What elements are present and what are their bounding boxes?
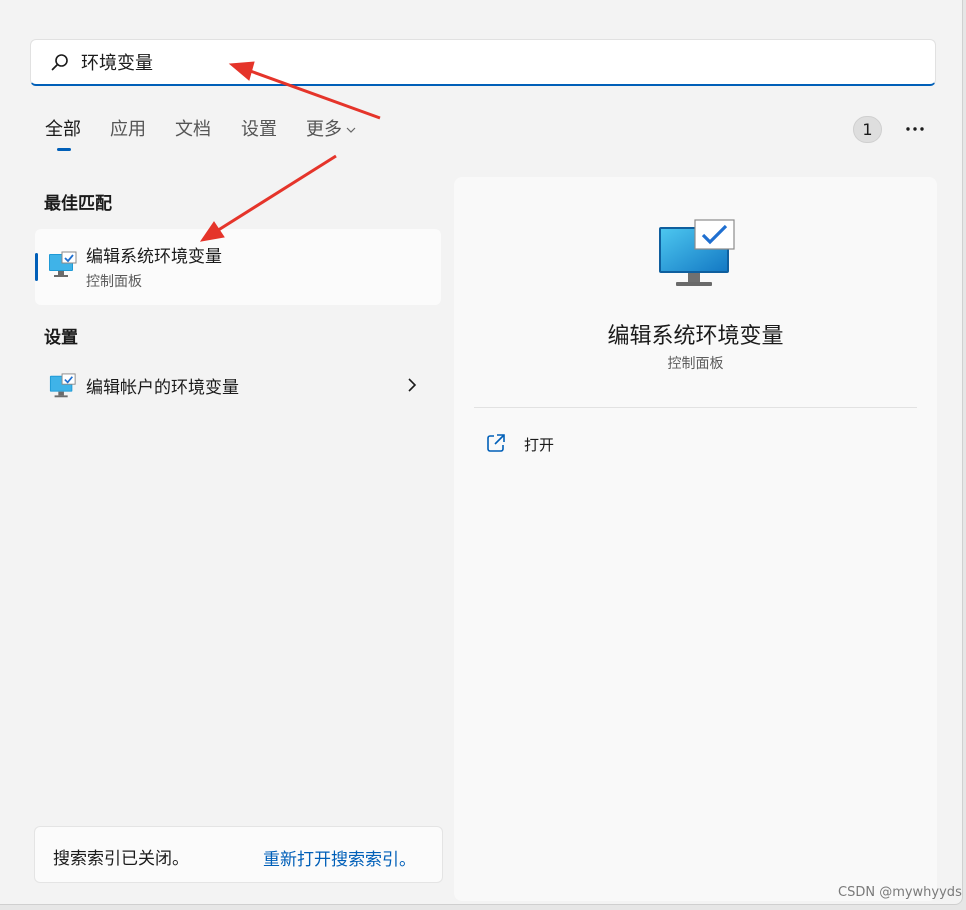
result-count-badge[interactable]: 1 [853,116,882,143]
detail-title: 编辑系统环境变量 [607,324,784,349]
best-match-result[interactable]: 编辑系统环境变量 控制面板 [35,229,441,305]
search-icon [51,54,68,71]
tab-more[interactable]: 更多 [306,115,357,141]
windows-search-window: 全部 应用 文档 设置 更多 1 最佳匹配 编辑系统环境变量 控制面板 设置 [0,0,963,905]
settings-heading: 设置 [44,328,78,348]
chevron-right-icon[interactable] [405,377,419,393]
monitor-check-icon [49,373,76,398]
search-box[interactable] [30,39,936,86]
index-notice-text: 搜索索引已关闭。 [53,849,189,869]
active-tab-indicator [57,148,71,151]
open-action[interactable]: 打开 [486,431,606,455]
open-action-label: 打开 [524,436,555,454]
monitor-check-icon [49,251,77,277]
result-subtitle: 控制面板 [86,274,142,290]
settings-result-item[interactable]: 编辑帐户的环境变量 [35,362,441,408]
settings-item-label: 编辑帐户的环境变量 [86,378,239,398]
reopen-index-link[interactable]: 重新打开搜索索引。 [263,845,416,870]
tab-more-label: 更多 [306,119,342,140]
detail-divider [474,407,917,408]
detail-panel: 编辑系统环境变量 控制面板 打开 [454,177,937,901]
chevron-down-icon [346,127,356,133]
watermark: CSDN @mywhyyds [838,885,962,900]
detail-subtitle: 控制面板 [667,356,724,372]
tab-all[interactable]: 全部 [45,115,81,141]
tab-settings[interactable]: 设置 [241,115,277,141]
monitor-check-icon [659,219,735,286]
best-match-heading: 最佳匹配 [44,194,112,214]
search-index-notice: 搜索索引已关闭。 重新打开搜索索引。 [34,826,443,883]
tab-documents[interactable]: 文档 [175,115,211,141]
selection-indicator [35,253,38,281]
more-options-icon[interactable] [904,118,926,140]
tab-apps[interactable]: 应用 [110,115,146,141]
search-input[interactable] [81,40,901,84]
result-title: 编辑系统环境变量 [86,247,222,267]
open-external-icon [487,434,505,452]
